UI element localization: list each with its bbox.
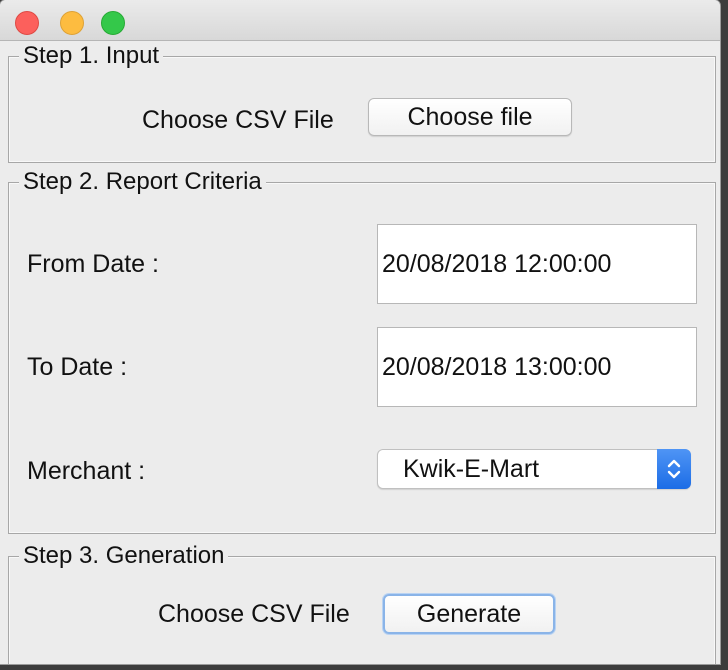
to-date-label: To Date : — [27, 353, 128, 381]
close-icon[interactable] — [15, 11, 39, 35]
app-window: Step 1. Input Choose CSV File Choose fil… — [0, 0, 720, 664]
zoom-icon[interactable] — [101, 11, 125, 35]
merchant-select[interactable]: Kwik-E-Mart — [377, 449, 691, 489]
to-date-field[interactable]: 20/08/2018 13:00:00 — [377, 327, 697, 407]
step1-label: Choose CSV File — [142, 106, 334, 134]
choose-file-button[interactable]: Choose file — [368, 98, 572, 136]
step1-title: Step 1. Input — [19, 43, 164, 69]
minimize-icon[interactable] — [60, 11, 84, 35]
content-panel: Step 1. Input Choose CSV File Choose fil… — [0, 41, 720, 664]
title-bar — [0, 0, 720, 41]
step3-group: Step 3. Generation Choose CSV File Gener… — [8, 543, 716, 664]
from-date-label: From Date : — [27, 250, 159, 278]
step3-title: Step 3. Generation — [19, 543, 229, 569]
chevron-up-down-icon[interactable] — [657, 449, 691, 489]
step2-group: Step 2. Report Criteria From Date : 20/0… — [8, 169, 716, 534]
from-date-field[interactable]: 20/08/2018 12:00:00 — [377, 224, 697, 304]
merchant-value: Kwik-E-Mart — [403, 455, 540, 483]
merchant-label: Merchant : — [27, 457, 146, 485]
step3-label: Choose CSV File — [158, 600, 350, 628]
step1-group: Step 1. Input Choose CSV File Choose fil… — [8, 43, 716, 163]
step2-title: Step 2. Report Criteria — [19, 169, 266, 195]
generate-button[interactable]: Generate — [383, 594, 555, 634]
